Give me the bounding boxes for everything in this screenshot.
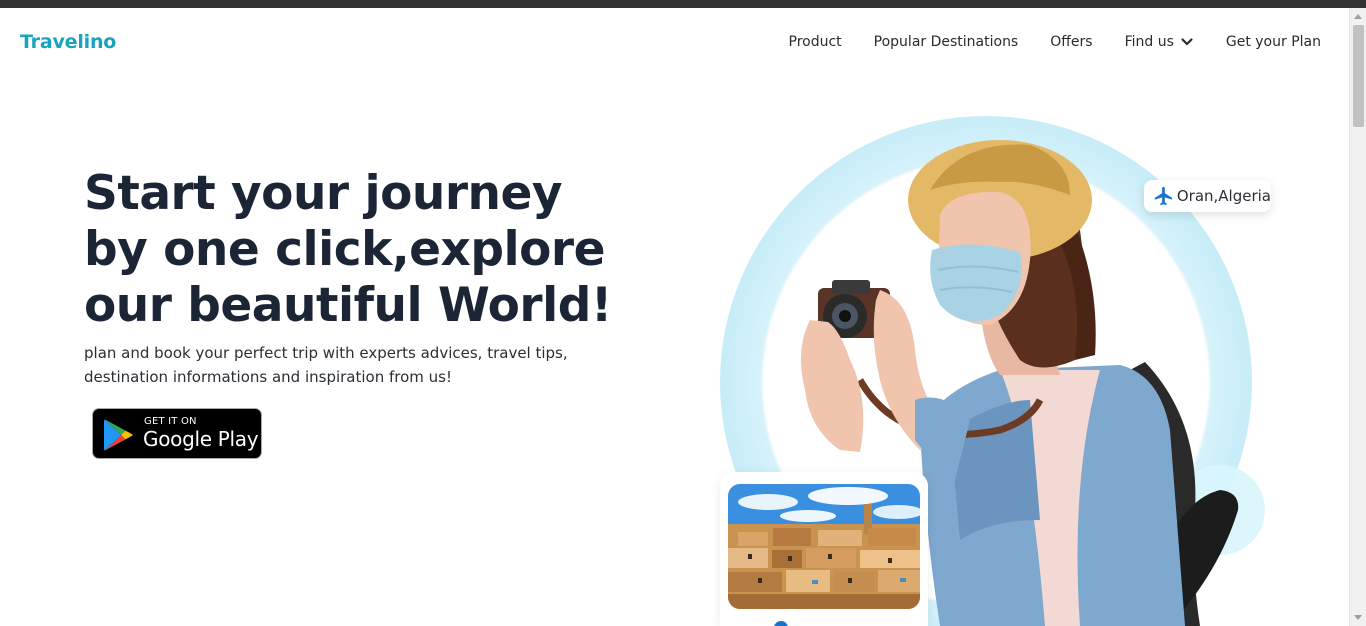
nav-item-label: Find us <box>1124 34 1174 50</box>
nav-item-offers[interactable]: Offers <box>1050 34 1092 50</box>
nav-item-label: Product <box>788 34 842 50</box>
google-play-small-text: GET IT ON <box>144 416 197 427</box>
scrollbar-thumb[interactable] <box>1353 25 1364 127</box>
hero-title-line: by one click,explore <box>84 222 605 277</box>
nav-item-label: Popular Destinations <box>873 34 1019 50</box>
hero-subtitle: plan and book your perfect trip with exp… <box>84 344 568 386</box>
brand-logo[interactable]: Travelino <box>20 31 116 53</box>
nav-item-find-us[interactable]: Find us <box>1125 34 1194 50</box>
nav-item-product[interactable]: Product <box>789 34 842 50</box>
chevron-down-icon[interactable] <box>1180 35 1194 49</box>
destination-image <box>728 484 920 609</box>
nav-item-popular-destinations[interactable]: Popular Destinations <box>874 34 1019 50</box>
hero-title-line: Start your journey <box>84 166 562 221</box>
destination-card[interactable] <box>720 472 928 626</box>
airplane-icon <box>1154 186 1173 206</box>
navbar: Travelino Product Popular Destinations O… <box>0 8 1349 78</box>
hero-title-line: our beautiful World! <box>84 278 612 333</box>
location-badge: Oran,Algeria <box>1144 180 1271 212</box>
nav-item-label: Offers <box>1050 34 1093 50</box>
google-play-big-text: Google Play <box>143 427 259 451</box>
window-top-border <box>0 0 1366 8</box>
location-text: Oran,Algeria <box>1176 187 1271 205</box>
hero-title: Start your journey by one click,explore … <box>84 166 612 334</box>
location-pin-icon <box>774 621 788 626</box>
vertical-scrollbar[interactable] <box>1349 8 1366 626</box>
google-play-button[interactable]: GET IT ON Google Play <box>92 408 262 459</box>
scroll-up-arrow-icon[interactable] <box>1354 14 1362 19</box>
scroll-down-arrow-icon[interactable] <box>1354 615 1362 620</box>
town-photo <box>728 484 920 609</box>
main-nav: Product Popular Destinations Offers Find… <box>757 34 1322 50</box>
google-play-icon <box>104 419 133 451</box>
nav-item-label: Get your Plan <box>1225 34 1321 50</box>
nav-item-get-your-plan[interactable]: Get your Plan <box>1226 34 1321 50</box>
